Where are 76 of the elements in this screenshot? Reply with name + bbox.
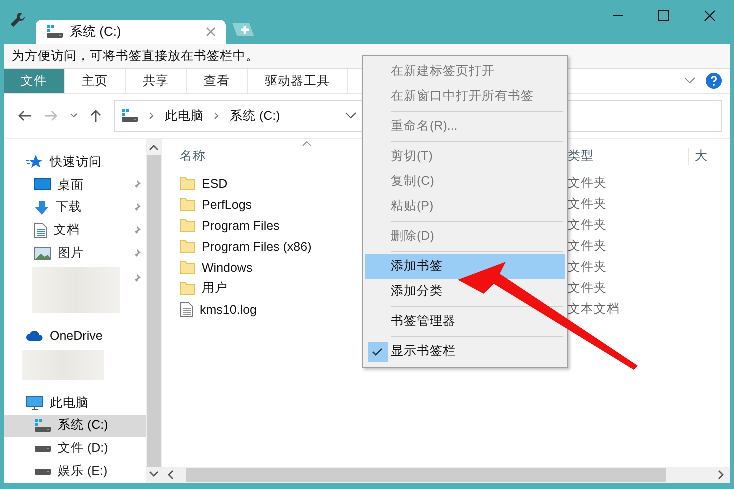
- sidebar-item[interactable]: 此电脑: [4, 392, 146, 415]
- file-name[interactable]: 用户: [202, 280, 228, 297]
- menu-item[interactable]: 添加书签: [365, 254, 565, 279]
- chevron-down-icon[interactable]: [70, 113, 78, 119]
- help-icon[interactable]: [706, 73, 722, 89]
- folder-icon: [180, 176, 196, 190]
- file-name[interactable]: Program Files: [202, 218, 280, 232]
- sort-caret-icon: [302, 141, 312, 147]
- image-icon: [34, 246, 52, 261]
- file-name[interactable]: Windows: [202, 260, 253, 274]
- scroll-thumb[interactable]: [147, 155, 161, 467]
- scroll-up-icon[interactable]: [149, 145, 159, 151]
- sidebar-item[interactable]: 图片: [4, 242, 146, 265]
- new-tab-icon[interactable]: [230, 22, 256, 38]
- sidebar-item[interactable]: OneDrive: [4, 324, 146, 348]
- column-header[interactable]: 类型: [568, 148, 688, 164]
- breadcrumb[interactable]: 系统 (C:): [230, 108, 280, 124]
- down-arrow-icon: [34, 200, 50, 216]
- close-icon[interactable]: [704, 10, 716, 22]
- sidebar-item[interactable]: 桌面: [4, 174, 146, 197]
- chevron-down-icon[interactable]: [345, 112, 357, 120]
- folder-icon: [180, 218, 196, 232]
- scrollbar[interactable]: [162, 467, 730, 483]
- sidebar-item[interactable]: 文档: [4, 219, 146, 242]
- drive-icon: [46, 25, 64, 39]
- maximize-icon[interactable]: [658, 10, 670, 22]
- chevron-right-icon[interactable]: [214, 112, 220, 120]
- breadcrumb[interactable]: 此电脑: [165, 108, 204, 124]
- scroll-left-icon[interactable]: [168, 470, 174, 480]
- menu-item[interactable]: 添加分类: [365, 279, 565, 304]
- sidebar-item[interactable]: 文件 (D:): [4, 437, 146, 460]
- file-name[interactable]: PerfLogs: [202, 198, 252, 212]
- ribbon-tab[interactable]: 文件: [4, 69, 65, 93]
- folder-icon: [180, 282, 196, 296]
- folder-icon: [180, 240, 196, 254]
- star-icon: [26, 154, 44, 170]
- file-type: 文本文档: [568, 301, 621, 318]
- file-name[interactable]: kms10.log: [200, 302, 257, 316]
- folder-icon: [180, 260, 196, 274]
- menu-item[interactable]: 显示书签栏: [365, 339, 565, 364]
- drive-icon: [34, 418, 52, 433]
- menu-item[interactable]: 书签管理器: [365, 309, 565, 334]
- scrollbar[interactable]: [146, 139, 162, 483]
- file-type: 文件夹: [568, 196, 608, 213]
- sidebar-item[interactable]: 系统 (C:): [4, 414, 146, 438]
- drive-icon: [34, 444, 52, 453]
- browser-tab[interactable]: 系统 (C:): [36, 20, 226, 44]
- scroll-thumb[interactable]: [186, 468, 666, 482]
- wrench-icon[interactable]: [10, 12, 26, 28]
- file-type: 文件夹: [568, 217, 608, 234]
- file-name[interactable]: ESD: [202, 176, 228, 190]
- drive-icon: [121, 109, 139, 123]
- sidebar-item[interactable]: 快速访问: [4, 151, 146, 174]
- tab-title: 系统 (C:): [70, 23, 122, 41]
- scroll-right-icon[interactable]: [718, 470, 724, 480]
- chevron-right-icon[interactable]: [149, 112, 155, 120]
- file-type: 文件夹: [568, 259, 608, 276]
- chevron-down-icon[interactable]: [684, 77, 696, 85]
- drive-icon: [34, 468, 52, 476]
- file-type: 文件夹: [568, 175, 608, 192]
- folder-icon: [180, 198, 196, 212]
- file-type: 文件夹: [568, 280, 608, 297]
- sidebar-item[interactable]: 娱乐 (E:): [4, 460, 146, 483]
- text-file-icon: [180, 302, 194, 318]
- file-name[interactable]: Program Files (x86): [202, 240, 312, 254]
- bookmark-bar-hint: 为方便访问，可将书签直接放在书签栏中。: [12, 48, 259, 64]
- file-type: 文件夹: [568, 238, 608, 255]
- sidebar-item[interactable]: 下载: [4, 196, 146, 220]
- monitor-icon: [26, 396, 44, 411]
- scroll-down-icon[interactable]: [149, 471, 159, 477]
- document-icon: [34, 222, 48, 239]
- back-arrow-icon[interactable]: [18, 110, 32, 122]
- column-header[interactable]: 大: [688, 148, 708, 164]
- up-arrow-icon[interactable]: [90, 109, 102, 123]
- desktop-icon: [34, 178, 52, 192]
- cloud-icon: [26, 330, 44, 342]
